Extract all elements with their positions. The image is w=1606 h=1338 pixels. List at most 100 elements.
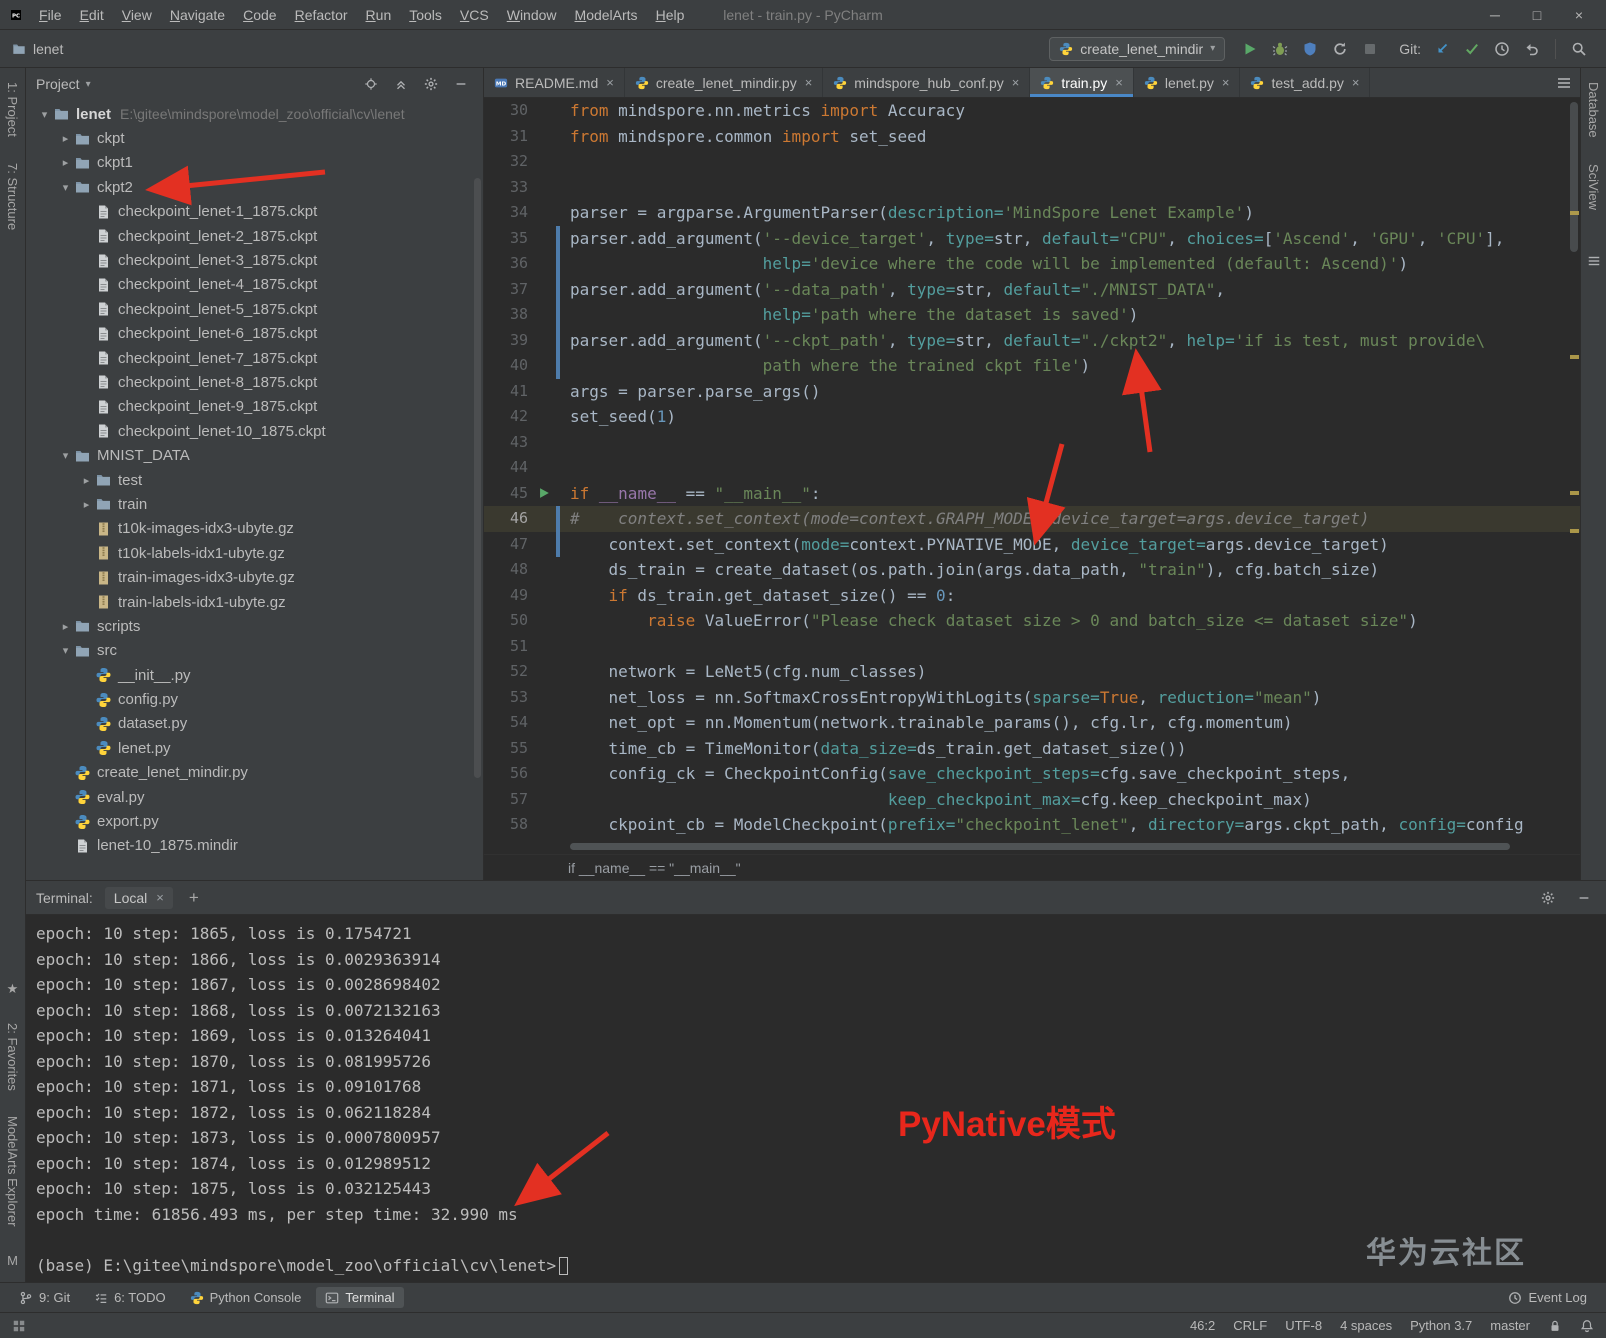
tab-bar-menu[interactable] bbox=[1548, 68, 1580, 97]
tool-button-python-console[interactable]: Python Console bbox=[181, 1287, 311, 1308]
menu-view[interactable]: View bbox=[113, 7, 161, 23]
git-commit-button[interactable] bbox=[1459, 36, 1485, 62]
close-icon[interactable]: × bbox=[1012, 75, 1020, 90]
code-line[interactable]: 40 path where the trained ckpt file') bbox=[484, 353, 1580, 379]
tree-item-checkpoint_lenet-7_1875.ckpt[interactable]: checkpoint_lenet-7_1875.ckpt bbox=[26, 346, 483, 370]
expand-arrow-icon[interactable]: ▸ bbox=[57, 156, 74, 169]
code-line[interactable]: 41args = parser.parse_args() bbox=[484, 379, 1580, 405]
tree-item-ckpt[interactable]: ▸ckpt bbox=[26, 126, 483, 150]
code-line[interactable]: 39parser.add_argument('--ckpt_path', typ… bbox=[484, 328, 1580, 354]
stop-button[interactable] bbox=[1357, 36, 1383, 62]
tree-item-create_lenet_mindir.py[interactable]: create_lenet_mindir.py bbox=[26, 761, 483, 785]
search-everywhere-button[interactable] bbox=[1566, 36, 1592, 62]
line-number[interactable]: 43 bbox=[484, 430, 532, 456]
editor-breadcrumbs[interactable]: if __name__ == "__main__" bbox=[484, 854, 1580, 880]
line-number[interactable]: 44 bbox=[484, 455, 532, 481]
tree-item-src[interactable]: ▾src bbox=[26, 639, 483, 663]
code-line[interactable]: 32 bbox=[484, 149, 1580, 175]
menu-vcs[interactable]: VCS bbox=[451, 7, 498, 23]
line-number[interactable]: 33 bbox=[484, 175, 532, 201]
expand-arrow-icon[interactable]: ▾ bbox=[57, 644, 74, 657]
tree-item-t10k-images-idx3-ubyte.gz[interactable]: t10k-images-idx3-ubyte.gz bbox=[26, 517, 483, 541]
expand-arrow-icon[interactable]: ▸ bbox=[78, 474, 95, 487]
tree-item-lenet[interactable]: ▾lenetE:\gitee\mindspore\model_zoo\offic… bbox=[26, 102, 483, 126]
code-line[interactable]: 38 help='path where the dataset is saved… bbox=[484, 302, 1580, 328]
tool-button-terminal[interactable]: Terminal bbox=[316, 1287, 403, 1308]
tree-item-checkpoint_lenet-4_1875.ckpt[interactable]: checkpoint_lenet-4_1875.ckpt bbox=[26, 273, 483, 297]
tool-button-todo[interactable]: 6: TODO bbox=[85, 1287, 175, 1308]
code-line[interactable]: 58 ckpoint_cb = ModelCheckpoint(prefix="… bbox=[484, 812, 1580, 838]
maximize-button[interactable]: □ bbox=[1516, 1, 1558, 29]
structure-lines-icon[interactable] bbox=[1587, 254, 1601, 268]
terminal-settings-button[interactable] bbox=[1536, 886, 1560, 910]
indent-setting[interactable]: 4 spaces bbox=[1340, 1318, 1392, 1333]
error-stripe-mark[interactable] bbox=[1570, 491, 1579, 495]
tree-item-train-labels-idx1-ubyte.gz[interactable]: train-labels-idx1-ubyte.gz bbox=[26, 590, 483, 614]
python-interpreter[interactable]: Python 3.7 bbox=[1410, 1318, 1472, 1333]
code-line[interactable]: 45if __name__ == "__main__": bbox=[484, 481, 1580, 507]
line-number[interactable]: 42 bbox=[484, 404, 532, 430]
editor-tab-create_lenet_mindir.py[interactable]: create_lenet_mindir.py× bbox=[625, 68, 823, 97]
tree-item-checkpoint_lenet-5_1875.ckpt[interactable]: checkpoint_lenet-5_1875.ckpt bbox=[26, 297, 483, 321]
tree-item-checkpoint_lenet-1_1875.ckpt[interactable]: checkpoint_lenet-1_1875.ckpt bbox=[26, 200, 483, 224]
tree-item-ckpt2[interactable]: ▾ckpt2 bbox=[26, 175, 483, 199]
line-number[interactable]: 55 bbox=[484, 736, 532, 762]
project-breadcrumb[interactable]: lenet bbox=[12, 41, 63, 57]
close-icon[interactable]: × bbox=[1222, 75, 1230, 90]
scrollbar-thumb[interactable] bbox=[1570, 102, 1578, 252]
tree-item-dataset.py[interactable]: dataset.py bbox=[26, 712, 483, 736]
tree-item-ckpt1[interactable]: ▸ckpt1 bbox=[26, 151, 483, 175]
run-configuration-select[interactable]: create_lenet_mindir ▾ bbox=[1049, 37, 1225, 61]
line-number[interactable]: 38 bbox=[484, 302, 532, 328]
tool-button-favorites[interactable]: 2: Favorites bbox=[5, 1023, 20, 1091]
tool-button-git[interactable]: 9: Git bbox=[10, 1287, 79, 1308]
breadcrumb-scope[interactable]: if __name__ == "__main__" bbox=[568, 860, 741, 876]
project-scrollbar[interactable] bbox=[474, 178, 481, 778]
git-branch[interactable]: master bbox=[1490, 1318, 1530, 1333]
line-number[interactable]: 57 bbox=[484, 787, 532, 813]
code-line[interactable]: 30from mindspore.nn.metrics import Accur… bbox=[484, 98, 1580, 124]
line-number[interactable]: 54 bbox=[484, 710, 532, 736]
line-number[interactable]: 50 bbox=[484, 608, 532, 634]
expand-arrow-icon[interactable]: ▸ bbox=[78, 498, 95, 511]
editor-tab-test_add.py[interactable]: test_add.py× bbox=[1240, 68, 1370, 97]
tool-button-structure[interactable]: 7: Structure bbox=[5, 163, 20, 230]
code-line[interactable]: 48 ds_train = create_dataset(os.path.joi… bbox=[484, 557, 1580, 583]
code-line[interactable]: 44 bbox=[484, 455, 1580, 481]
tool-button-sciview[interactable]: SciView bbox=[1586, 164, 1601, 210]
code-line[interactable]: 52 network = LeNet5(cfg.num_classes) bbox=[484, 659, 1580, 685]
file-encoding[interactable]: UTF-8 bbox=[1285, 1318, 1322, 1333]
tree-item-train[interactable]: ▸train bbox=[26, 492, 483, 516]
line-number[interactable]: 47 bbox=[484, 532, 532, 558]
menu-file[interactable]: File bbox=[30, 7, 71, 23]
hide-terminal-button[interactable] bbox=[1572, 886, 1596, 910]
tree-item-checkpoint_lenet-3_1875.ckpt[interactable]: checkpoint_lenet-3_1875.ckpt bbox=[26, 248, 483, 272]
line-number[interactable]: 53 bbox=[484, 685, 532, 711]
close-button[interactable]: × bbox=[1558, 1, 1600, 29]
code-line[interactable]: 35parser.add_argument('--device_target',… bbox=[484, 226, 1580, 252]
tree-item-scripts[interactable]: ▸scripts bbox=[26, 614, 483, 638]
tree-item-lenet.py[interactable]: lenet.py bbox=[26, 736, 483, 760]
tool-button-database[interactable]: Database bbox=[1586, 82, 1601, 138]
tree-item-checkpoint_lenet-8_1875.ckpt[interactable]: checkpoint_lenet-8_1875.ckpt bbox=[26, 370, 483, 394]
line-number[interactable]: 36 bbox=[484, 251, 532, 277]
line-number[interactable]: 41 bbox=[484, 379, 532, 405]
code-line[interactable]: 50 raise ValueError("Please check datase… bbox=[484, 608, 1580, 634]
project-panel-title[interactable]: Project bbox=[36, 76, 80, 92]
hide-panel-button[interactable] bbox=[449, 72, 473, 96]
tool-button-event-log[interactable]: Event Log bbox=[1499, 1287, 1596, 1308]
line-separator[interactable]: CRLF bbox=[1233, 1318, 1267, 1333]
line-number[interactable]: 52 bbox=[484, 659, 532, 685]
terminal-prompt[interactable]: (base) E:\gitee\mindspore\model_zoo\offi… bbox=[36, 1253, 1606, 1279]
line-number[interactable]: 39 bbox=[484, 328, 532, 354]
new-terminal-session-button[interactable]: + bbox=[185, 888, 203, 908]
line-number[interactable]: 58 bbox=[484, 812, 532, 838]
tree-item-__init__.py[interactable]: __init__.py bbox=[26, 663, 483, 687]
line-number[interactable]: 45 bbox=[484, 481, 532, 507]
code-line[interactable]: 49 if ds_train.get_dataset_size() == 0: bbox=[484, 583, 1580, 609]
code-line[interactable]: 54 net_opt = nn.Momentum(network.trainab… bbox=[484, 710, 1580, 736]
project-settings-button[interactable] bbox=[419, 72, 443, 96]
editor-tab-lenet.py[interactable]: lenet.py× bbox=[1134, 68, 1241, 97]
code-line[interactable]: 51 bbox=[484, 634, 1580, 660]
menu-code[interactable]: Code bbox=[234, 7, 285, 23]
